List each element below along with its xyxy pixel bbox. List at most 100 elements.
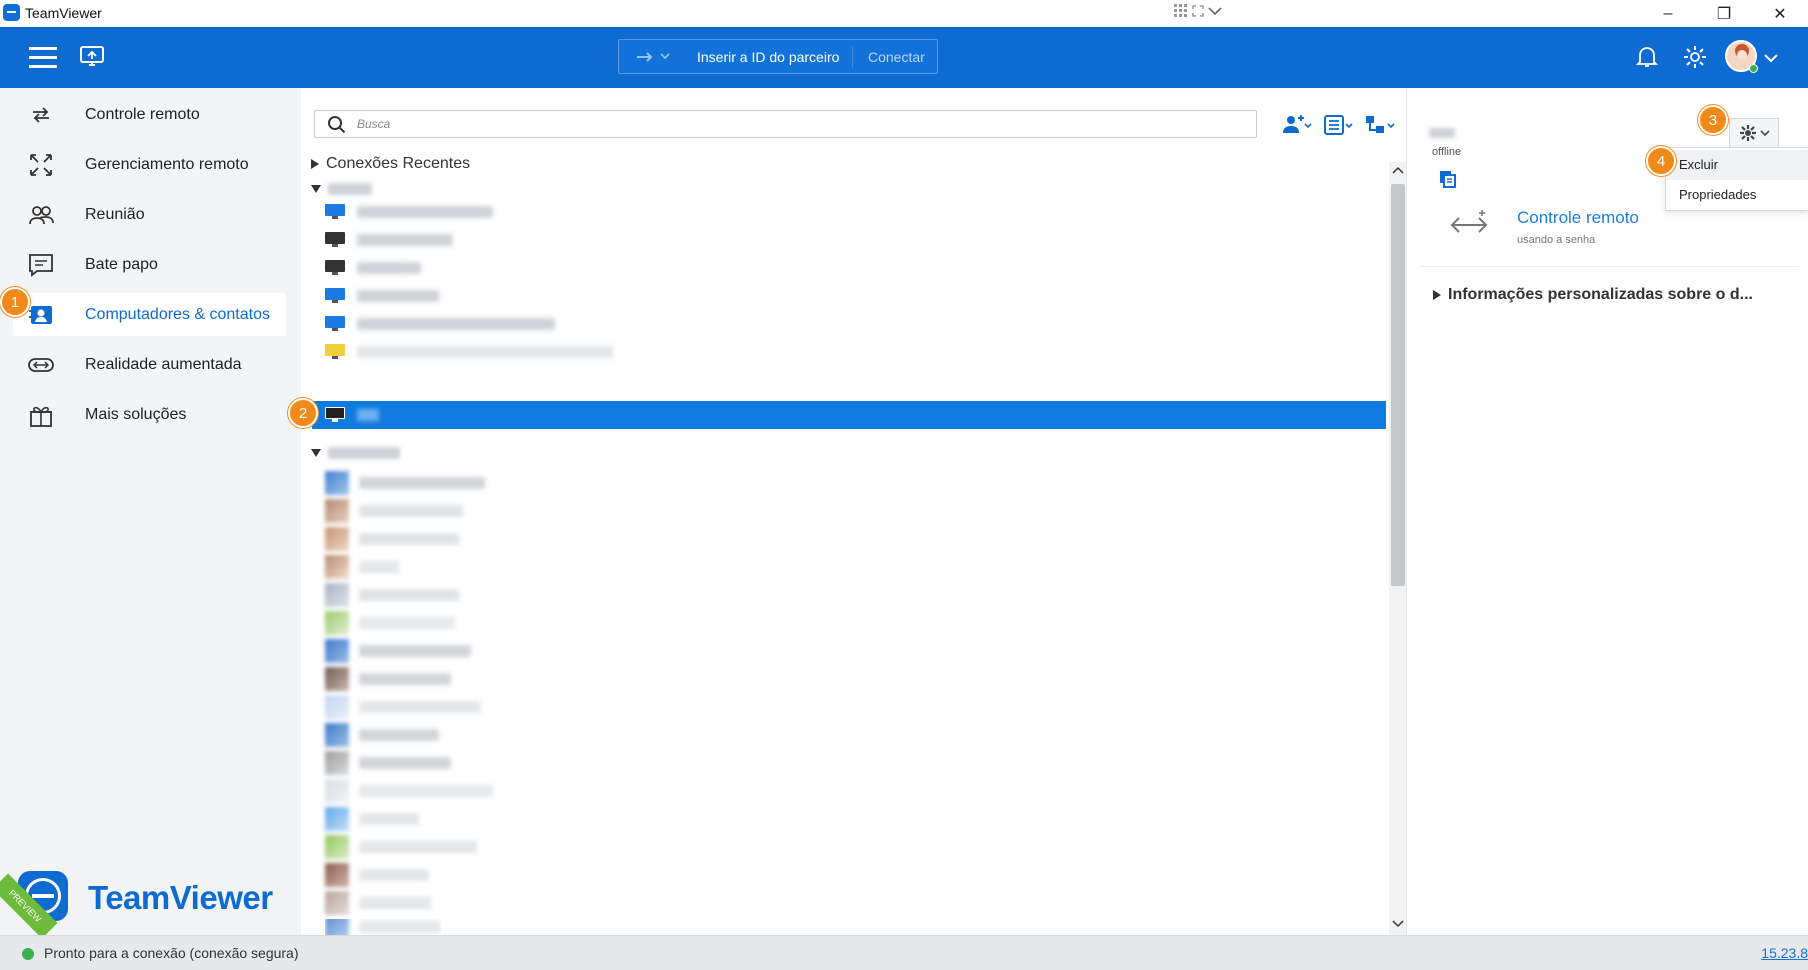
action-title: Controle remoto xyxy=(1517,208,1639,227)
sidebar-item-label: Gerenciamento remoto xyxy=(85,155,249,173)
list-item[interactable] xyxy=(325,667,451,691)
contacts-icon xyxy=(29,305,52,324)
list-item[interactable] xyxy=(325,255,421,281)
list-item[interactable] xyxy=(325,639,471,663)
list-item[interactable] xyxy=(325,835,477,859)
list-item[interactable] xyxy=(325,751,451,775)
custom-info-section[interactable]: Informações personalizadas sobre o d... xyxy=(1433,286,1753,304)
list-item[interactable] xyxy=(325,919,441,935)
contacts-list-panel: Busca Conexões Recentes xyxy=(301,88,1407,935)
search-placeholder: Busca xyxy=(357,117,391,131)
menu-icon[interactable] xyxy=(29,45,57,69)
screen-share-icon[interactable] xyxy=(77,41,107,71)
connection-mode-icon[interactable] xyxy=(635,48,675,66)
minimize-button[interactable]: – xyxy=(1640,0,1696,27)
chevron-down-icon[interactable] xyxy=(1208,6,1222,16)
scroll-up-icon[interactable] xyxy=(1392,166,1404,174)
chat-icon xyxy=(29,253,53,277)
restore-button[interactable]: ❐ xyxy=(1696,0,1752,27)
connection-status-icon xyxy=(22,948,34,960)
list-item[interactable] xyxy=(325,527,459,551)
list-item[interactable] xyxy=(325,283,439,309)
fullscreen-icon[interactable] xyxy=(1192,5,1204,17)
sidebar-item-remote-control[interactable]: Controle remoto xyxy=(13,93,286,136)
window-title: TeamViewer xyxy=(25,5,102,21)
gear-icon[interactable] xyxy=(1680,42,1710,72)
list-item[interactable] xyxy=(325,723,439,747)
copy-icon[interactable] xyxy=(1439,170,1457,188)
section-label: Informações personalizadas sobre o d... xyxy=(1448,286,1753,303)
list-scrollbar[interactable] xyxy=(1389,162,1407,935)
sidebar-item-label: Controle remoto xyxy=(85,105,200,123)
list-item[interactable] xyxy=(325,807,419,831)
sidebar-item-meeting[interactable]: Reunião xyxy=(13,193,286,236)
sidebar-item-chat[interactable]: Bate papo xyxy=(13,243,286,286)
list-item[interactable] xyxy=(325,779,493,803)
meeting-icon xyxy=(29,205,54,224)
list-item[interactable] xyxy=(325,583,459,607)
action-subtitle: usando a senha xyxy=(1517,234,1596,246)
group-collapsed-2[interactable] xyxy=(311,443,400,463)
search-input[interactable]: Busca xyxy=(314,110,1257,138)
list-view-icon[interactable] xyxy=(1323,114,1355,136)
expand-icon xyxy=(311,159,319,169)
status-text: Pronto para a conexão (conexão segura) xyxy=(44,945,299,961)
sidebar-item-remote-management[interactable]: Gerenciamento remoto xyxy=(13,143,286,186)
device-options-button[interactable] xyxy=(1729,118,1779,148)
list-item[interactable] xyxy=(325,227,453,253)
group-recent-connections[interactable]: Conexões Recentes xyxy=(311,154,470,174)
group-label: Conexões Recentes xyxy=(326,155,471,172)
search-icon xyxy=(328,116,346,134)
bell-icon[interactable] xyxy=(1632,42,1662,72)
sidebar-item-label: Realidade aumentada xyxy=(85,355,242,373)
monitor-icon xyxy=(325,260,345,276)
remote-control-icon xyxy=(1450,210,1488,233)
remote-management-icon xyxy=(30,153,52,176)
sidebar-item-label: Reunião xyxy=(85,205,145,223)
collapse-icon xyxy=(311,449,321,457)
monitor-icon xyxy=(325,407,345,423)
group-view-icon[interactable] xyxy=(1365,114,1397,136)
selected-list-item[interactable] xyxy=(312,401,1386,429)
connect-button[interactable]: Conectar xyxy=(868,49,925,65)
sidebar-item-more-solutions[interactable]: Mais soluções xyxy=(13,393,286,436)
sidebar-item-computers-contacts[interactable]: Computadores & contatos xyxy=(13,293,286,336)
monitor-icon xyxy=(325,204,345,220)
grid-icon[interactable] xyxy=(1174,4,1188,18)
partner-id-box: Inserir a ID do parceiro Conectar xyxy=(618,39,938,74)
scroll-down-icon[interactable] xyxy=(1392,920,1404,928)
collapse-icon xyxy=(311,185,321,193)
teamviewer-logo-icon xyxy=(3,4,20,21)
view-tools[interactable] xyxy=(1174,2,1226,20)
list-item[interactable] xyxy=(325,891,431,915)
list-item[interactable] xyxy=(325,471,485,495)
avatar[interactable] xyxy=(1725,40,1758,73)
version-link[interactable]: 15.23.8 xyxy=(1761,945,1808,961)
list-item[interactable] xyxy=(325,311,555,337)
scrollbar-thumb[interactable] xyxy=(1391,184,1405,586)
remote-control-action[interactable]: Controle remoto usando a senha xyxy=(1419,196,1799,258)
gear-icon xyxy=(1739,125,1756,141)
add-contact-icon[interactable] xyxy=(1281,114,1313,136)
list-item-selected[interactable] xyxy=(325,402,379,428)
list-item[interactable] xyxy=(325,863,429,887)
list-item[interactable] xyxy=(325,555,399,579)
sidebar-item-augmented-reality[interactable]: Realidade aumentada xyxy=(13,343,286,386)
monitor-icon xyxy=(325,288,345,304)
title-bar: TeamViewer – ❐ ✕ xyxy=(0,0,1808,27)
list-item[interactable] xyxy=(325,499,463,523)
monitor-icon xyxy=(325,344,345,360)
online-indicator xyxy=(1749,64,1758,73)
list-item[interactable] xyxy=(325,611,455,635)
list-item[interactable] xyxy=(325,695,481,719)
gift-icon xyxy=(30,406,52,427)
list-item[interactable] xyxy=(325,199,493,225)
close-button[interactable]: ✕ xyxy=(1752,0,1808,27)
chevron-down-icon[interactable] xyxy=(1764,53,1778,63)
list-item[interactable] xyxy=(325,339,613,365)
partner-id-input[interactable]: Inserir a ID do parceiro xyxy=(697,49,839,65)
details-panel: offline Excluir Propriedades Controle re… xyxy=(1406,88,1808,935)
monitor-icon xyxy=(325,316,345,332)
menu-item-delete[interactable]: Excluir xyxy=(1666,150,1808,180)
group-collapsed-1[interactable] xyxy=(311,179,372,199)
